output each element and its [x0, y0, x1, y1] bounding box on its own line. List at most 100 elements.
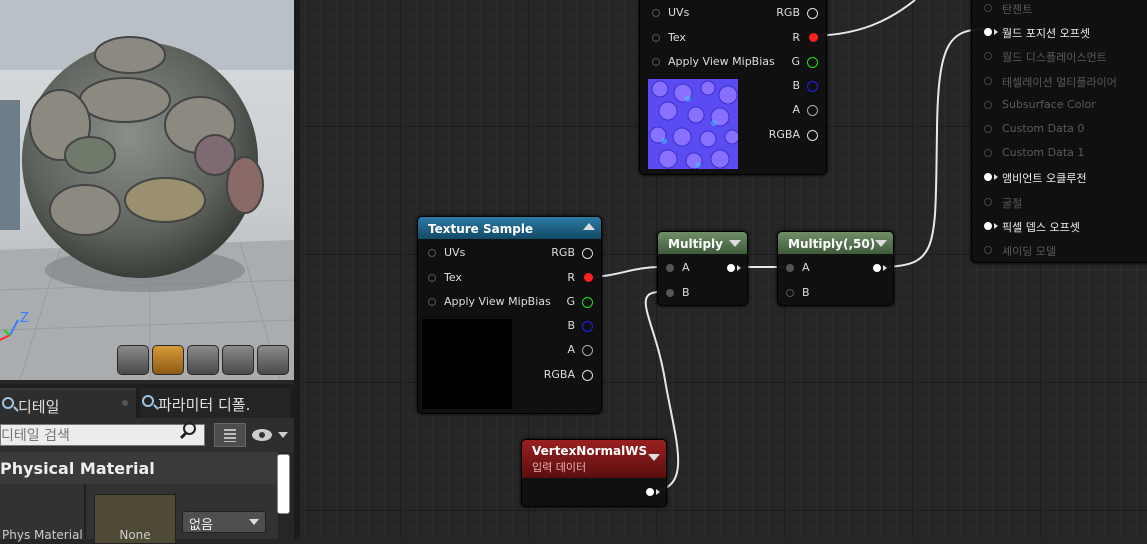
out-pin[interactable] [646, 488, 660, 496]
pin-a[interactable] [786, 264, 794, 272]
node-header[interactable]: Multiply(,50) [778, 232, 893, 254]
axis-z-label: Z [20, 311, 29, 326]
search-icon[interactable] [183, 422, 196, 435]
node-header[interactable]: Multiply [658, 232, 747, 254]
node-header[interactable]: Texture Sample [418, 217, 601, 239]
collapse-icon[interactable] [875, 240, 887, 247]
thumbnail-label: None [119, 528, 151, 542]
tab-parameter-defaults[interactable]: 파라미터 디폴. [140, 388, 290, 418]
pin-mipbias[interactable] [652, 58, 660, 66]
pin-uvs[interactable] [428, 249, 436, 257]
plane-shape-button[interactable] [187, 345, 219, 375]
details-search-icon [2, 397, 14, 409]
node-texture-sample[interactable]: Texture Sample UVs Tex Apply View MipBia… [417, 216, 602, 414]
out-r-pin[interactable] [584, 273, 593, 282]
pin-b[interactable] [666, 289, 674, 297]
result-input-pin[interactable] [984, 125, 992, 133]
phys-material-thumbnail[interactable]: None [94, 494, 176, 544]
out-r-pin[interactable] [809, 33, 818, 42]
grid-view-button[interactable] [214, 423, 246, 447]
result-input-label: 탄젠트 [1002, 3, 1033, 16]
pin-b-label: B [802, 286, 810, 299]
result-input-label: 테셀레이션 멀티플라이어 [1002, 75, 1117, 89]
tab-details-label: 디테일 [18, 398, 60, 416]
details-search-input[interactable] [0, 424, 205, 446]
pin-uvs[interactable] [652, 9, 660, 17]
pin-mipbias[interactable] [428, 298, 436, 306]
collapse-icon[interactable] [583, 223, 595, 230]
out-rgb-pin[interactable] [582, 248, 593, 259]
pin-a-label: A [802, 261, 810, 274]
out-a-pin[interactable] [582, 345, 593, 356]
out-g-pin[interactable] [582, 297, 593, 308]
out-rgb-pin[interactable] [807, 8, 818, 19]
material-preview-viewport[interactable]: Z [0, 0, 294, 380]
details-tab-bar: 디테일 파라미터 디폴. [0, 384, 294, 418]
collapse-icon[interactable] [729, 240, 741, 247]
cube-shape-button[interactable] [222, 345, 254, 375]
node-title: Texture Sample [428, 222, 534, 236]
result-input-pin[interactable] [984, 173, 998, 182]
pin-tex[interactable] [428, 274, 436, 282]
out-g-pin[interactable] [807, 57, 818, 68]
texture-preview [422, 319, 512, 409]
result-input-label: 굴절 [1002, 196, 1023, 210]
result-input-pin[interactable] [984, 100, 992, 109]
node-subtitle: 입력 데이터 [532, 461, 587, 474]
result-input-pin[interactable] [984, 4, 992, 12]
result-input-pin[interactable] [984, 149, 992, 158]
node-header[interactable]: VertexNormalWS 입력 데이터 [522, 440, 666, 478]
property-column-splitter[interactable] [84, 484, 86, 539]
out-pin[interactable] [873, 264, 887, 272]
tab-params-label: 파라미터 디폴. [158, 396, 251, 414]
pin-tex[interactable] [652, 34, 660, 42]
out-a-pin[interactable] [807, 105, 818, 116]
sphere-shape-button[interactable] [152, 345, 184, 375]
node-multiply[interactable]: Multiply A B [657, 231, 748, 306]
result-input-pin[interactable] [984, 221, 998, 230]
out-rgba-pin[interactable] [582, 370, 593, 381]
out-g-label: G [566, 295, 575, 308]
chevron-down-icon [249, 519, 259, 525]
out-rgba-label: RGBA [543, 368, 575, 381]
out-rgba-pin[interactable] [807, 130, 818, 141]
node-multiply-50[interactable]: Multiply(,50) A B [777, 231, 894, 306]
cylinder-shape-button[interactable] [117, 345, 149, 375]
node-material-result[interactable]: 탄젠트 월드 포지션 오프셋 월드 디스플레이스먼트 테셀레이션 멀티플라이어 Subs… [971, 0, 1147, 263]
out-b-pin[interactable] [582, 321, 593, 332]
material-graph-canvas[interactable]: UVs Tex Apply View MipBias RGB R G B A R… [300, 0, 1147, 539]
node-title: VertexNormalWS [532, 444, 648, 458]
pin-a[interactable] [666, 264, 674, 272]
physical-material-category[interactable]: Physical Material [0, 452, 278, 484]
category-title: Physical Material [0, 459, 155, 478]
node-title: Multiply(,50) [788, 237, 876, 251]
result-input-pin[interactable] [984, 197, 992, 206]
result-input-label: 셰이딩 모델 [1002, 245, 1057, 258]
node-vertex-normal-ws[interactable]: VertexNormalWS 입력 데이터 [521, 439, 667, 507]
result-input-pin[interactable] [984, 52, 992, 61]
pin-uvs-label: UVs [444, 246, 466, 259]
out-b-pin[interactable] [807, 81, 818, 92]
pin-b[interactable] [786, 289, 794, 297]
details-scrollbar-thumb[interactable] [277, 454, 290, 514]
collapse-icon[interactable] [648, 454, 660, 461]
out-g-label: G [791, 55, 800, 68]
result-input-pin[interactable] [984, 76, 992, 85]
result-input-label: Custom Data 0 [1002, 122, 1085, 135]
phys-material-label: Phys Material [2, 528, 83, 542]
result-input-pin[interactable] [984, 28, 998, 37]
node-texture-sample-top[interactable]: UVs Tex Apply View MipBias RGB R G B A R… [639, 0, 827, 175]
view-options-button[interactable] [252, 426, 290, 444]
preview-scene: Z [0, 0, 294, 380]
out-r-label: R [567, 271, 575, 284]
grid-icon [224, 429, 236, 442]
result-input-label: 월드 포지션 오프셋 [1002, 27, 1090, 41]
combo-value: 없음 [189, 518, 213, 533]
tab-close-icon[interactable] [122, 400, 128, 406]
phys-material-combo[interactable]: 없음 [182, 511, 266, 533]
result-input-pin[interactable] [984, 246, 992, 254]
out-pin[interactable] [727, 264, 741, 272]
teapot-shape-button[interactable] [257, 345, 289, 375]
out-a-label: A [567, 343, 575, 356]
tab-details[interactable]: 디테일 [0, 388, 136, 418]
